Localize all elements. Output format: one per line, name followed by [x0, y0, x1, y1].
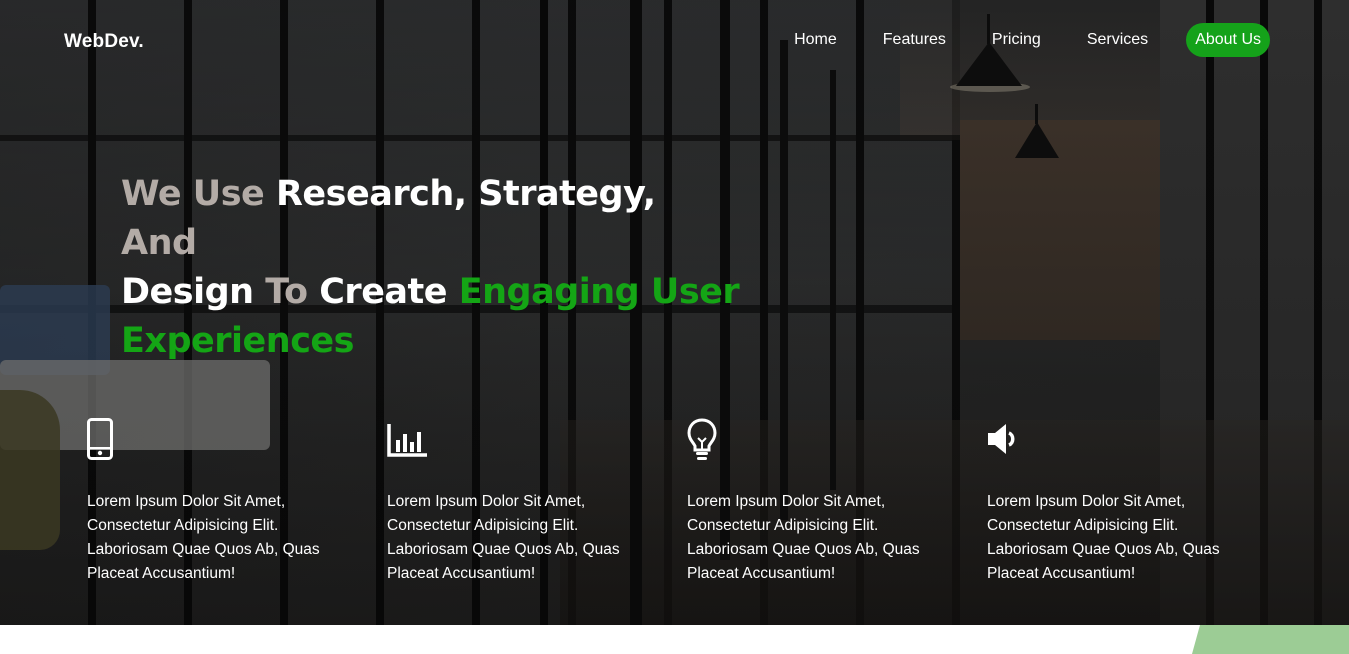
brand-logo[interactable]: WebDev. [64, 31, 144, 53]
headline-part: And [121, 223, 197, 263]
feature-description: Lorem Ipsum Dolor Sit Amet, Consectetur … [387, 493, 620, 582]
pendant-lamp-icon [1015, 104, 1059, 158]
mobile-phone-icon [87, 418, 347, 462]
main-nav: Home Features Pricing Services About Us [748, 23, 1270, 57]
feature-description: Lorem Ipsum Dolor Sit Amet, Consectetur … [87, 493, 320, 582]
section-accent-shape [1192, 625, 1349, 654]
hero-section: WebDev. Home Features Pricing Services A… [0, 0, 1349, 625]
nav-services-link[interactable]: Services [1087, 31, 1148, 49]
chair-decoration [0, 390, 60, 550]
headline-highlight: Engaging User [458, 272, 740, 312]
feature-description: Lorem Ipsum Dolor Sit Amet, Consectetur … [687, 493, 920, 582]
headline-part: To [265, 272, 320, 312]
feature-description: Lorem Ipsum Dolor Sit Amet, Consectetur … [987, 493, 1220, 582]
headline-part: Design [121, 272, 266, 312]
headline-part: Research, Strategy, [275, 174, 656, 214]
hero-headline: We Use Research, Strategy, And Design To … [121, 170, 741, 366]
speaker-icon [987, 418, 1247, 462]
glass-frame-bar [0, 135, 960, 141]
nav-home-link[interactable]: Home [794, 31, 837, 49]
nav-pricing-link[interactable]: Pricing [992, 31, 1041, 49]
feature-item: Lorem Ipsum Dolor Sit Amet, Consectetur … [87, 418, 347, 586]
lightbulb-icon [687, 418, 947, 462]
headline-part: We Use [121, 174, 276, 214]
feature-item: Lorem Ipsum Dolor Sit Amet, Consectetur … [687, 418, 947, 586]
about-us-button[interactable]: About Us [1186, 23, 1270, 57]
nav-features-link[interactable]: Features [883, 31, 946, 49]
headline-part: Create [319, 272, 459, 312]
feature-item: Lorem Ipsum Dolor Sit Amet, Consectetur … [387, 418, 647, 586]
bar-chart-icon [387, 418, 647, 462]
back-wall-background [960, 120, 1160, 340]
headline-highlight: Experiences [121, 321, 355, 361]
feature-item: Lorem Ipsum Dolor Sit Amet, Consectetur … [987, 418, 1247, 586]
